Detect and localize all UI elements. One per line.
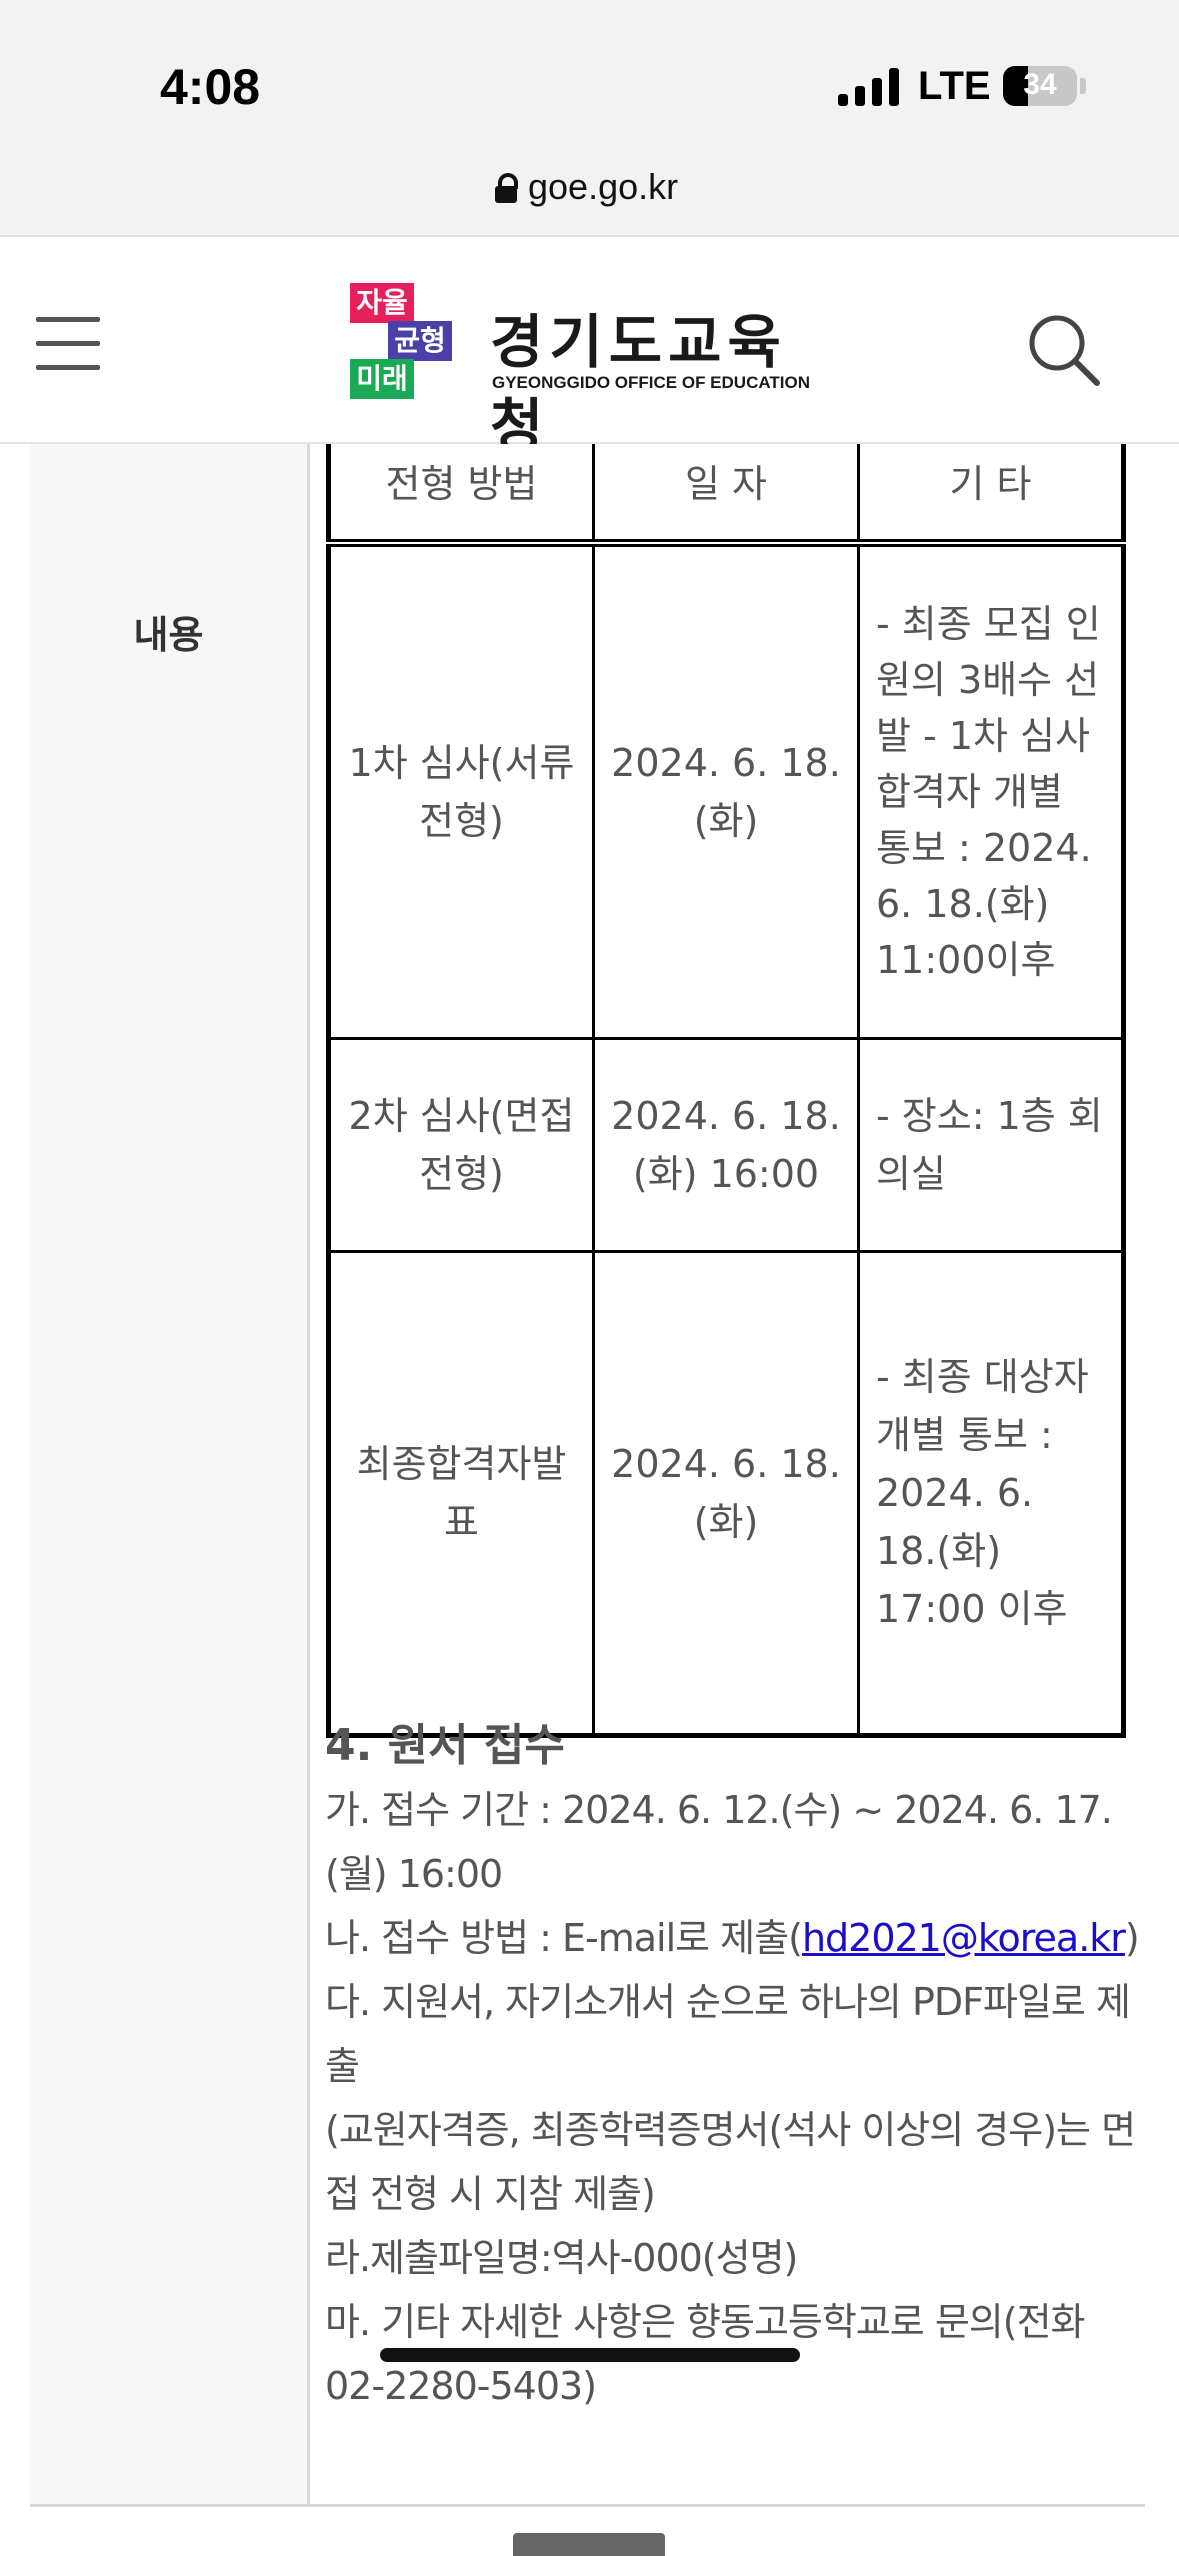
application-method-close: ) [1124, 1916, 1140, 1960]
table-row: 2차 심사(면접전형) 2024. 6. 18.(화) 16:00 - 장소: … [327, 1037, 1125, 1253]
browser-url-bar[interactable]: goe.go.kr [0, 160, 1179, 237]
table-row: 1차 심사(서류전형) 2024. 6. 18.(화) - 최종 모집 인원의 … [327, 541, 1125, 1040]
cellular-signal-icon [838, 68, 902, 106]
table-header-cell: 전형 방법 [327, 444, 595, 547]
table-cell-date: 2024. 6. 18.(화) 16:00 [592, 1037, 860, 1253]
table-cell-method: 2차 심사(면접전형) [327, 1037, 595, 1253]
logo-badge-autonomy: 자율 [350, 283, 414, 323]
table-header-cell: 일 자 [592, 444, 860, 547]
status-bar: 4:08 LTE 34 [0, 0, 1179, 160]
table-cell-notes: - 최종 대상자 개별 통보 : 2024. 6. 18.(화) 17:00 이… [857, 1250, 1125, 1737]
content-label: 내용 [133, 613, 204, 657]
table-header-cell: 기 타 [857, 444, 1125, 547]
section-title: 4. 원서 접수 [325, 1720, 565, 1771]
battery-icon: 34 [1003, 66, 1077, 106]
hamburger-menu-icon[interactable] [36, 317, 100, 371]
bottom-button[interactable] [513, 2533, 665, 2556]
application-method-label: 나. 접수 방법 : E-mail로 제출( [325, 1916, 803, 1960]
logo-subtitle: GYEONGGIDO OFFICE OF EDUCATION [492, 373, 810, 392]
file-name-format: 라.제출파일명:역사-000(성명) [325, 2236, 798, 2280]
lock-icon [495, 173, 518, 203]
status-time: 4:08 [160, 59, 261, 115]
main-content: 내용 전형 방법 일 자 기 타 1차 심사(서류전형) 2024. 6. 18… [0, 444, 1179, 2556]
application-document-order: 다. 지원서, 자기소개서 순으로 하나의 PDF파일로 제출 [325, 1980, 1131, 2088]
content-divider [30, 2504, 1145, 2507]
search-icon[interactable] [1026, 312, 1100, 386]
table-cell-date: 2024. 6. 18.(화) [592, 1250, 860, 1737]
battery-level: 34 [1023, 68, 1057, 101]
logo-badge-future: 미래 [350, 359, 414, 399]
network-type: LTE [918, 64, 991, 108]
application-section: 4. 원서 접수 가. 접수 기간 : 2024. 6. 12.(수) ~ 20… [325, 1714, 1145, 2418]
schedule-table: 전형 방법 일 자 기 타 1차 심사(서류전형) 2024. 6. 18.(화… [326, 444, 1126, 1738]
logo-badge-balance: 균형 [388, 321, 452, 361]
label-column: 내용 [30, 444, 310, 2504]
home-indicator[interactable] [380, 2348, 800, 2362]
application-document-note: (교원자격증, 최종학력증명서(석사 이상의 경우)는 면접 전형 시 지참 제… [325, 2108, 1136, 2216]
site-header: 자율 균형 미래 경기도교육청 GYEONGGIDO OFFICE OF EDU… [0, 237, 1179, 460]
table-cell-notes: - 최종 모집 인원의 3배수 선발 - 1차 심사 합격자 개별 통보 : 2… [857, 541, 1125, 1040]
email-link[interactable]: hd2021@korea.kr [802, 1916, 1126, 1960]
table-row: 최종합격자발표 2024. 6. 18.(화) - 최종 대상자 개별 통보 :… [327, 1250, 1125, 1737]
table-cell-method: 1차 심사(서류전형) [327, 541, 595, 1040]
table-cell-method: 최종합격자발표 [327, 1250, 595, 1737]
table-header-row: 전형 방법 일 자 기 타 [327, 444, 1125, 547]
application-period: 가. 접수 기간 : 2024. 6. 12.(수) ~ 2024. 6. 17… [325, 1788, 1113, 1896]
site-logo[interactable]: 자율 균형 미래 경기도교육청 GYEONGGIDO OFFICE OF EDU… [350, 277, 830, 460]
table-cell-date: 2024. 6. 18.(화) [592, 541, 860, 1040]
application-method: 나. 접수 방법 : E-mail로 제출(hd2021@korea.kr) [325, 1906, 1145, 1970]
url-text[interactable]: goe.go.kr [528, 166, 678, 208]
table-cell-notes: - 장소: 1층 회의실 [857, 1037, 1125, 1253]
battery-tip [1080, 78, 1086, 94]
